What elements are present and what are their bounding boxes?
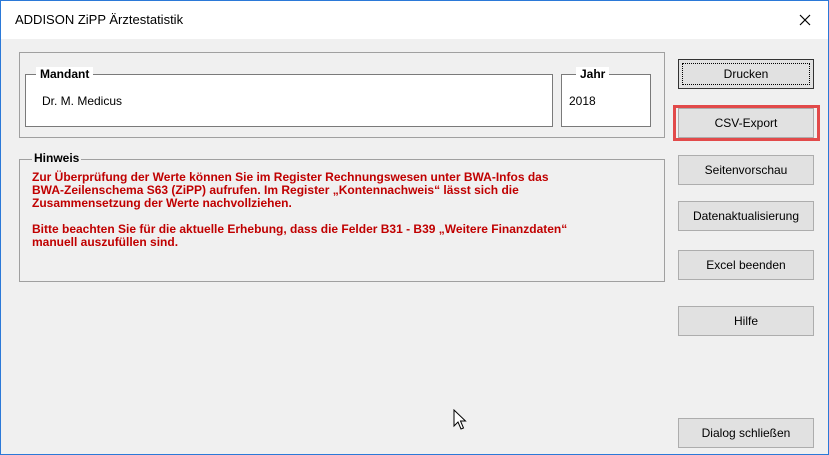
datenaktualisierung-button-label: Datenaktualisierung — [692, 209, 800, 223]
window-title: ADDISON ZiPP Ärztestatistik — [15, 12, 184, 27]
hilfe-button-label: Hilfe — [733, 314, 758, 328]
csv-export-button-label: CSV-Export — [714, 116, 778, 130]
focus-ring — [682, 63, 810, 85]
hinweis-text-line-5: manuell auszufüllen sind. — [32, 235, 179, 249]
mandant-label: Mandant — [36, 67, 94, 81]
drucken-button[interactable]: Drucken — [678, 59, 814, 89]
jahr-label: Jahr — [576, 67, 610, 81]
datenaktualisierung-button[interactable]: Datenaktualisierung — [678, 201, 814, 231]
hilfe-button[interactable]: Hilfe — [678, 306, 814, 336]
mandant-value: Dr. M. Medicus — [42, 94, 123, 108]
hinweis-text-line-3: Zusammensetzung der Werte nachvollziehen… — [32, 196, 292, 210]
csv-export-button[interactable]: CSV-Export — [678, 108, 814, 138]
dialog-schliessen-button[interactable]: Dialog schließen — [678, 418, 814, 448]
excel-beenden-button-label: Excel beenden — [706, 258, 786, 272]
title-bar: ADDISON ZiPP Ärztestatistik — [1, 1, 828, 39]
dialog-schliessen-button-label: Dialog schließen — [701, 426, 791, 440]
seitenvorschau-button-label: Seitenvorschau — [704, 163, 788, 177]
jahr-value: 2018 — [569, 94, 596, 108]
close-icon — [799, 14, 811, 26]
excel-beenden-button[interactable]: Excel beenden — [678, 250, 814, 280]
hinweis-label: Hinweis — [32, 151, 82, 165]
close-button[interactable] — [782, 1, 828, 39]
mouse-pointer-icon — [453, 409, 467, 430]
seitenvorschau-button[interactable]: Seitenvorschau — [678, 155, 814, 185]
